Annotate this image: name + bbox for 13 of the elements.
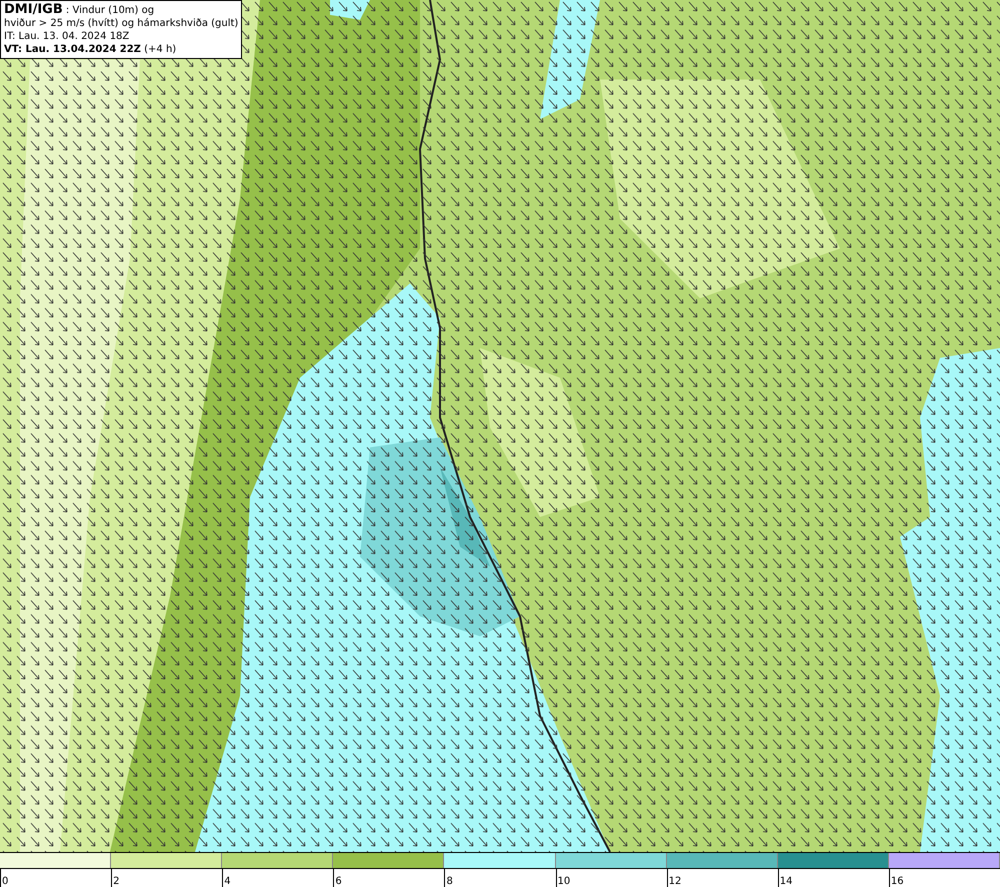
legend-tick-label: 0 — [1, 875, 8, 887]
legend-tick-label: 10 — [556, 875, 570, 887]
legend-tick-label: 16 — [890, 875, 904, 887]
legend-tick-label: 8 — [445, 875, 453, 887]
legend-tick-label: 6 — [334, 875, 342, 887]
legend-tick-label: 12 — [668, 875, 682, 887]
title-line: DMI/IGB : Vindur (10m) og — [4, 3, 156, 17]
title-line: hviður > 25 m/s (hvítt) og hámarkshviða (gult) — [4, 17, 238, 30]
legend-tick-label: 2 — [112, 875, 120, 887]
title-line: IT: Lau. 13. 04. 2024 18Z — [4, 30, 130, 43]
legend-tick-label: 4 — [223, 875, 231, 887]
title-line: VT: Lau. 13.04.2024 22Z (+4 h) — [4, 43, 178, 56]
legend-tick-label: 14 — [778, 875, 792, 887]
